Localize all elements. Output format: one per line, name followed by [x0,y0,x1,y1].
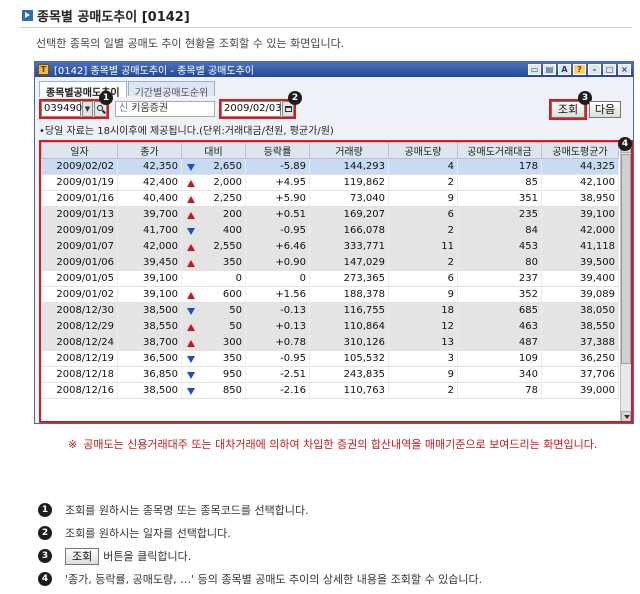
page-description: 선택한 종목의 일별 공매도 추이 현황을 조회할 수 있는 화면입니다. [36,37,345,50]
arrow-marker-icon [22,10,33,21]
window-title: [0142] 종목별 공매도추이 - 종목별 공매도추이 [54,66,254,77]
page-title: 종목별 공매도추이 [0142] [22,6,190,25]
tab-bar: 종목별공매도추이 기간별공매도순위 [39,81,216,99]
help-button[interactable]: ? [573,64,586,75]
window-icon[interactable]: ▭ [528,64,541,75]
step-item: 1 조회를 원하시는 종목명 또는 종목코드를 선택합니다. [38,500,482,520]
inline-search-button: 조회 [65,547,100,565]
reference-mark: ※ [68,438,78,451]
step-badge: 3 [38,549,52,563]
step-item: 4 '종가, 등락률, 공매도량, …' 등의 종목별 공매도 추이의 상세한 … [38,569,482,589]
window-titlebar[interactable]: T [0142] 종목별 공매도추이 - 종목별 공매도추이 ▭ ▤ A ? –… [35,62,633,77]
stock-name-field: 신 키움증권 [115,101,215,117]
footnote: ※ 공매도는 신용거래대주 또는 대차거래에 의하여 차입한 증권의 합산내역을 … [68,436,632,453]
print-icon[interactable]: ▤ [543,64,556,75]
step-text: 버튼을 클릭합니다. [103,550,192,563]
stock-name: 키움증권 [131,103,169,114]
step-text: 조회를 원하시는 일자를 선택합니다. [65,527,231,540]
maximize-icon[interactable]: □ [603,64,616,75]
footnote-text: 공매도는 신용거래대주 또는 대차거래에 의하여 차입한 증권의 합산내역을 매… [83,438,598,451]
font-size-button[interactable]: A [558,64,571,75]
step-badge: 4 [38,572,52,586]
step-item: 2 조회를 원하시는 일자를 선택합니다. [38,523,482,543]
step-item: 3 조회 버튼을 클릭합니다. [38,546,482,566]
tab-stock-short-trend[interactable]: 종목별공매도추이 [39,81,127,99]
close-icon[interactable]: × [618,64,631,75]
title-divider [20,27,632,28]
data-notice: •당일 자료는 18시이후에 제공됩니다.(단위:거래대금/천원, 평균가/원) [39,126,334,137]
badge-2: 2 [288,91,302,105]
page-title-text: 종목별 공매도추이 [0142] [37,10,190,25]
next-button[interactable]: 다음 [589,101,621,118]
highlight-box-date [219,99,296,119]
badge-4: 4 [618,137,632,151]
step-text: 조회를 원하시는 종목명 또는 종목코드를 선택합니다. [65,504,309,517]
step-text: '종가, 등락률, 공매도량, …' 등의 종목별 공매도 추이의 상세한 내용… [65,573,483,586]
highlight-box-grid [39,140,633,423]
app-icon: T [38,64,49,75]
highlight-box-code [39,99,109,119]
tab-period-short-rank[interactable]: 기간별공매도순위 [127,81,216,99]
step-badge: 1 [38,503,52,517]
step-badge: 2 [38,526,52,540]
market-prefix: 신 [119,103,129,114]
minimize-icon[interactable]: – [588,64,601,75]
app-window: T [0142] 종목별 공매도추이 - 종목별 공매도추이 ▭ ▤ A ? –… [34,61,634,424]
step-list: 1 조회를 원하시는 종목명 또는 종목코드를 선택합니다. 2 조회를 원하시… [38,500,482,592]
badge-1: 1 [99,91,113,105]
